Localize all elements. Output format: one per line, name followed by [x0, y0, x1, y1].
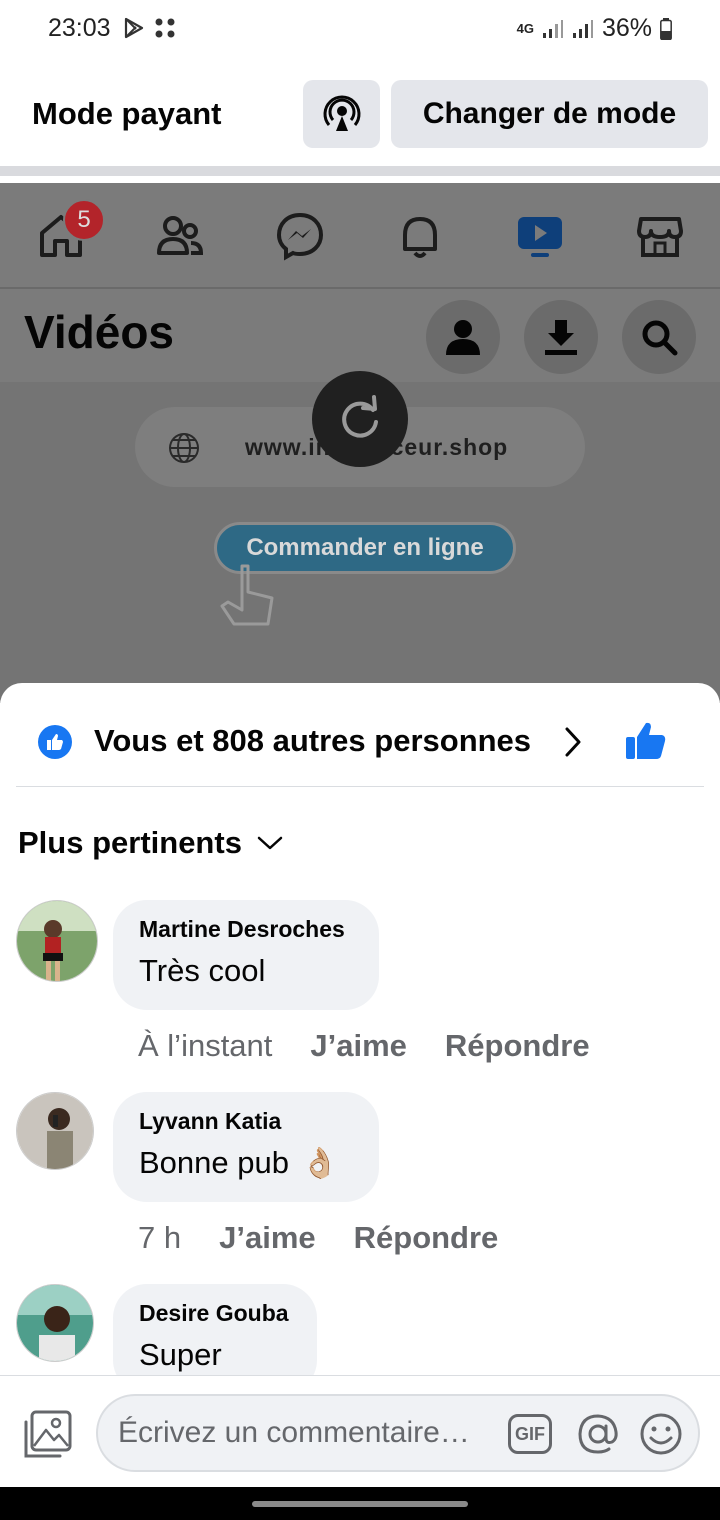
comment-time: À l’instant: [138, 1028, 273, 1063]
chevron-right-icon: [565, 727, 581, 757]
mode-bar: Mode payant Changer de mode: [0, 72, 720, 164]
search-button[interactable]: [622, 300, 696, 374]
comment-actions: À l’instant J’aime Répondre: [138, 1028, 590, 1064]
comment-text: Bonne pub 👌🏼: [139, 1145, 339, 1180]
reactions-summary: Vous et 808 autres personnes: [94, 723, 532, 758]
avatar[interactable]: [16, 1092, 94, 1170]
like-reaction-icon: [38, 725, 72, 759]
download-icon: [545, 320, 577, 355]
person-icon: [446, 320, 480, 355]
avatar-photo: [17, 901, 97, 981]
avatar[interactable]: [16, 900, 98, 982]
comment-time: 7 h: [138, 1220, 182, 1255]
comment-author[interactable]: Desire Gouba: [139, 1300, 291, 1327]
home-gesture-handle[interactable]: [252, 1501, 468, 1507]
comment-item: Martine Desroches Très cool À l’instant …: [0, 900, 720, 1080]
comment-like-button[interactable]: J’aime: [310, 1028, 407, 1064]
top-navbar: 5: [0, 183, 720, 289]
hand-pointer-icon: [220, 564, 274, 626]
reload-button[interactable]: [312, 371, 408, 467]
reactions-row[interactable]: Vous et 808 autres personnes: [16, 683, 704, 787]
comment-input[interactable]: Écrivez un commentaire… GIF: [96, 1394, 700, 1472]
signal-icon: [542, 19, 563, 38]
play-store-icon: [124, 17, 144, 39]
live-broadcast-icon: [323, 95, 360, 131]
comment-reply-button[interactable]: Répondre: [354, 1220, 499, 1256]
apps-grid-icon: [155, 18, 175, 38]
comment-actions: 7 h J’aime Répondre: [138, 1220, 498, 1256]
comment-author[interactable]: Lyvann Katia: [139, 1108, 353, 1135]
friends-icon[interactable]: [155, 211, 205, 261]
sort-selector[interactable]: Plus pertinents: [18, 825, 284, 861]
mention-icon[interactable]: [576, 1412, 620, 1456]
comment-author[interactable]: Martine Desroches: [139, 916, 353, 943]
download-button[interactable]: [524, 300, 598, 374]
chevron-down-icon: [257, 836, 283, 850]
comment-composer: Écrivez un commentaire… GIF: [0, 1375, 720, 1487]
bell-icon[interactable]: [395, 211, 445, 261]
reload-icon: [342, 395, 378, 438]
thumbs-up-small-icon: [47, 734, 63, 750]
photo-icon[interactable]: [22, 1408, 74, 1460]
sort-label: Plus pertinents: [18, 825, 242, 860]
ok-hand-emoji: 👌🏼: [300, 1146, 339, 1180]
comment-item: Lyvann Katia Bonne pub 👌🏼 7 h J’aime Rép…: [0, 1092, 720, 1272]
status-right: 4G 36%: [517, 14, 672, 43]
avatar-photo: [17, 1285, 93, 1361]
profile-button[interactable]: [426, 300, 500, 374]
like-button-icon[interactable]: [624, 719, 668, 763]
comment-reply-button[interactable]: Répondre: [445, 1028, 590, 1064]
video-icon[interactable]: [515, 211, 565, 261]
emoji-icon[interactable]: [639, 1412, 683, 1456]
status-left-icons: [122, 16, 176, 40]
videos-title: Vidéos: [24, 306, 174, 358]
home-badge: 5: [63, 199, 105, 241]
signal-icon-2: [572, 19, 593, 38]
avatar-photo: [17, 1093, 93, 1169]
comment-text: Très cool: [139, 953, 266, 988]
battery-level: 36%: [601, 14, 652, 42]
avatar[interactable]: [16, 1284, 94, 1362]
background-app: 5 Vidéos Commander en ligne: [0, 183, 720, 703]
battery-icon: [660, 17, 672, 40]
system-nav-bar: [0, 1487, 720, 1520]
messenger-icon[interactable]: [275, 211, 325, 261]
comment-input-placeholder: Écrivez un commentaire…: [118, 1416, 470, 1449]
comment-like-button[interactable]: J’aime: [219, 1220, 316, 1256]
divider: [0, 166, 720, 176]
comment-bubble[interactable]: Martine Desroches Très cool: [113, 900, 379, 1010]
globe-icon: [169, 433, 199, 463]
comment-text: Super: [139, 1337, 222, 1372]
status-time: 23:03: [48, 14, 111, 42]
search-icon: [642, 320, 678, 356]
marketplace-icon[interactable]: [635, 211, 685, 261]
gif-button[interactable]: GIF: [508, 1414, 552, 1454]
status-bar: 23:03 4G 36%: [0, 0, 720, 60]
live-button[interactable]: [303, 80, 380, 148]
mode-title: Mode payant: [32, 96, 222, 131]
switch-mode-button[interactable]: Changer de mode: [391, 80, 708, 148]
comment-bubble[interactable]: Lyvann Katia Bonne pub 👌🏼: [113, 1092, 379, 1202]
network-type: 4G: [516, 21, 534, 36]
